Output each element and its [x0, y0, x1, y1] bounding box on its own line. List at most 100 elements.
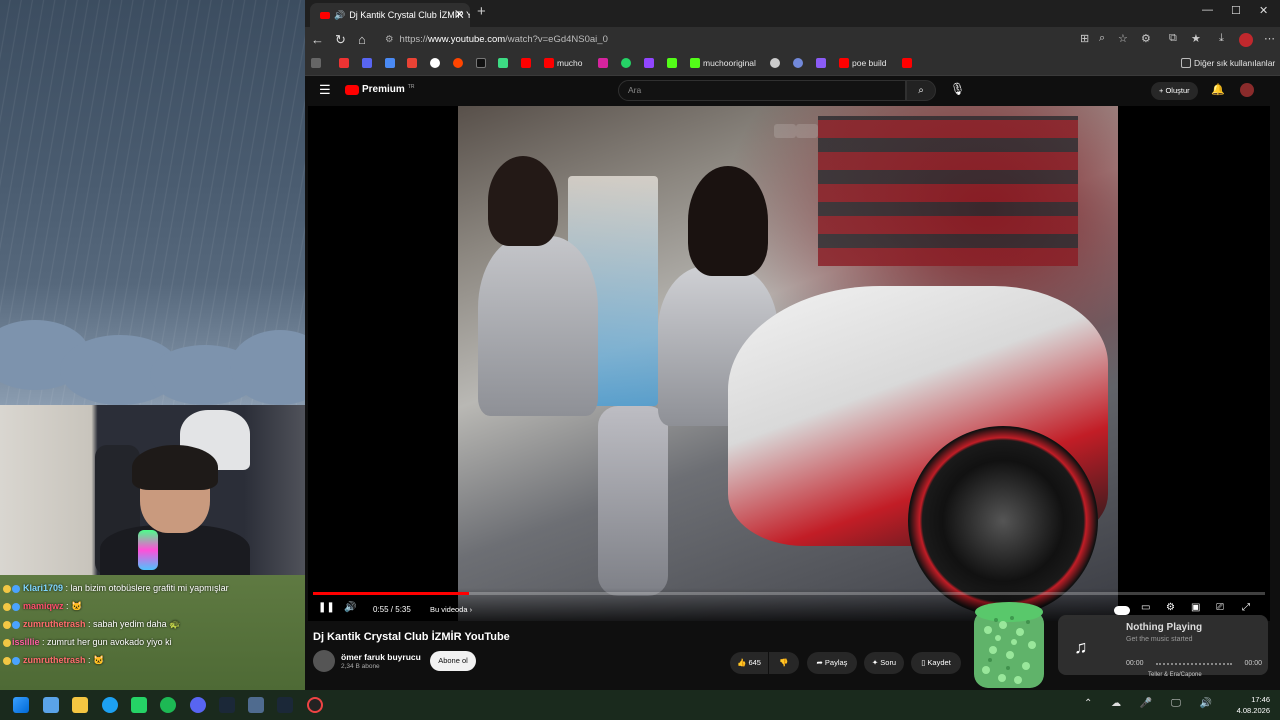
subscribe-button[interactable]: Abone ol [430, 651, 476, 671]
instagram-icon[interactable] [598, 58, 608, 68]
whatsapp-icon[interactable] [131, 697, 147, 713]
pip-icon[interactable] [796, 124, 818, 138]
bookmark-muchooriginal[interactable]: muchooriginal [690, 58, 756, 68]
like-button[interactable]: 👍 645 [730, 652, 768, 674]
app-icon[interactable] [248, 697, 264, 713]
maximize-button[interactable]: ☐ [1231, 4, 1241, 17]
volume-icon[interactable]: 🔊 [344, 602, 356, 613]
rgb-microphone [138, 530, 158, 570]
youtube-icon[interactable] [521, 58, 531, 68]
autoplay-toggle[interactable] [1114, 606, 1130, 615]
close-window-button[interactable]: ✕ [1259, 4, 1268, 17]
youtube-logo[interactable]: Premium TR [345, 84, 414, 95]
google-icon[interactable] [430, 58, 440, 68]
speaker-icon[interactable]: 🔊 [334, 10, 345, 20]
bookmark-icon[interactable] [770, 58, 780, 68]
video-title: Dj Kantik Crystal Club İZMİR YouTube [313, 631, 510, 643]
back-button[interactable]: ← [311, 32, 324, 47]
bookmark-icon[interactable] [667, 58, 677, 68]
x-icon[interactable] [476, 58, 486, 68]
chapter-button[interactable]: Bu videoda › [430, 605, 472, 614]
split-screen-icon[interactable]: ⧉ [1169, 32, 1177, 45]
bookmark-mucho[interactable]: mucho [544, 58, 583, 68]
miniplayer-icon[interactable] [774, 124, 796, 138]
save-label: Kaydet [927, 658, 951, 667]
microphone-icon[interactable]: 🎙 [950, 82, 965, 96]
dislike-button[interactable]: 👎 [769, 652, 799, 674]
whatsapp-icon[interactable] [621, 58, 631, 68]
other-bookmarks[interactable]: Diğer sık kullanılanlar [1181, 58, 1275, 68]
obs-icon[interactable] [307, 697, 323, 713]
new-tab-button[interactable]: + [477, 3, 486, 20]
settings-icon[interactable]: ⚙ [1166, 602, 1175, 613]
close-tab-icon[interactable]: ✕ [455, 3, 464, 27]
person [478, 236, 598, 416]
emote-icon: 🐱 [93, 655, 105, 665]
favorite-icon[interactable]: ☆ [1118, 32, 1128, 45]
bookmark-icon[interactable] [362, 58, 372, 68]
start-icon[interactable] [13, 697, 29, 713]
steam-icon[interactable] [219, 697, 235, 713]
steam-icon[interactable] [277, 697, 293, 713]
system-tray[interactable]: ⌃ ☁ 🎤 🖵 🔊 [1084, 698, 1220, 709]
chat-username: Klari1709 [23, 583, 64, 593]
video-player[interactable]: ❚❚ 🔊 0:55 / 5:35 Bu videoda › ▭ ⚙ ▣ ⎚ ⤢ [308, 106, 1270, 621]
fullscreen-icon[interactable]: ⤢ [1242, 602, 1250, 613]
zoom-icon[interactable]: ⌕ [1099, 32, 1105, 45]
pause-icon[interactable]: ❚❚ [318, 602, 335, 613]
youtube-icon[interactable] [902, 58, 912, 68]
create-button[interactable]: + Oluştur [1151, 82, 1198, 100]
bookmark-icon[interactable] [793, 58, 803, 68]
address-bar[interactable]: ⚙ https://www.youtube.com/watch?v=eGd4NS0… [385, 31, 1075, 49]
bookmark-poe-build[interactable]: poe build [839, 58, 887, 68]
reddit-icon[interactable] [453, 58, 463, 68]
home-button[interactable]: ⌂ [358, 32, 366, 47]
bookmark-icon[interactable] [385, 58, 395, 68]
channel-name[interactable]: ömer faruk buyrucu [341, 652, 421, 662]
progress-bar[interactable] [313, 592, 1265, 595]
file-explorer-icon[interactable] [72, 697, 88, 713]
channel-avatar[interactable] [313, 650, 335, 672]
browser-tab[interactable]: 🔊 Dj Kantik Crystal Club İZMİR Y ✕ [310, 3, 470, 27]
bookmark-icon[interactable] [311, 58, 321, 68]
reload-button[interactable]: ↻ [335, 32, 346, 48]
twitch-icon[interactable] [644, 58, 654, 68]
widgets-icon[interactable] [43, 697, 59, 713]
profile-avatar[interactable] [1239, 33, 1253, 47]
miniplayer-button[interactable]: ▣ [1191, 602, 1200, 613]
search-button[interactable]: ⌕ [906, 80, 936, 101]
share-button[interactable]: ➦ Paylaş [807, 652, 857, 674]
create-label: Oluştur [1165, 86, 1190, 95]
account-avatar[interactable] [1240, 83, 1254, 97]
cast-icon[interactable]: ⎚ [1216, 602, 1224, 613]
helmet-shelves [818, 116, 1078, 266]
emote-icon: 🐱 [71, 601, 83, 611]
menu-icon[interactable]: ⋯ [1264, 32, 1275, 45]
music-note-icon: ♫ [1074, 637, 1088, 657]
bookmark-icon[interactable] [498, 58, 508, 68]
ask-button[interactable]: ✦ Soru [864, 652, 904, 674]
notifications-icon[interactable]: 🔔 [1211, 83, 1225, 96]
subtitles-icon[interactable]: ▭ [1141, 602, 1150, 613]
country-code: TR [407, 83, 415, 90]
save-button[interactable]: ▯ Kaydet [911, 652, 961, 674]
bookmark-icon[interactable] [339, 58, 349, 68]
minimize-button[interactable]: — [1202, 4, 1213, 16]
install-app-icon[interactable]: ⊞ [1080, 32, 1089, 45]
badge-icon [3, 656, 11, 665]
gmail-icon[interactable] [407, 58, 417, 68]
spotify-icon[interactable] [160, 697, 176, 713]
edge-icon[interactable] [102, 697, 118, 713]
youtube-icon [544, 58, 554, 68]
site-info-icon[interactable]: ⚙ [385, 34, 394, 45]
search-input[interactable]: Ara [618, 80, 906, 101]
taskbar-clock[interactable]: 17:46 4.08.2026 [1237, 694, 1270, 716]
discord-icon[interactable] [190, 697, 206, 713]
collections-icon[interactable]: ★ [1191, 32, 1201, 45]
hamburger-menu-icon[interactable]: ☰ [319, 82, 331, 98]
thumbs-down-icon: 👎 [779, 658, 789, 667]
extensions-icon[interactable]: ⚙ [1141, 32, 1151, 45]
bookmark-icon[interactable] [816, 58, 826, 68]
chat-message: zumruthetrash : 🐱 [0, 651, 305, 669]
downloads-icon[interactable]: ⤓ [1219, 32, 1224, 45]
